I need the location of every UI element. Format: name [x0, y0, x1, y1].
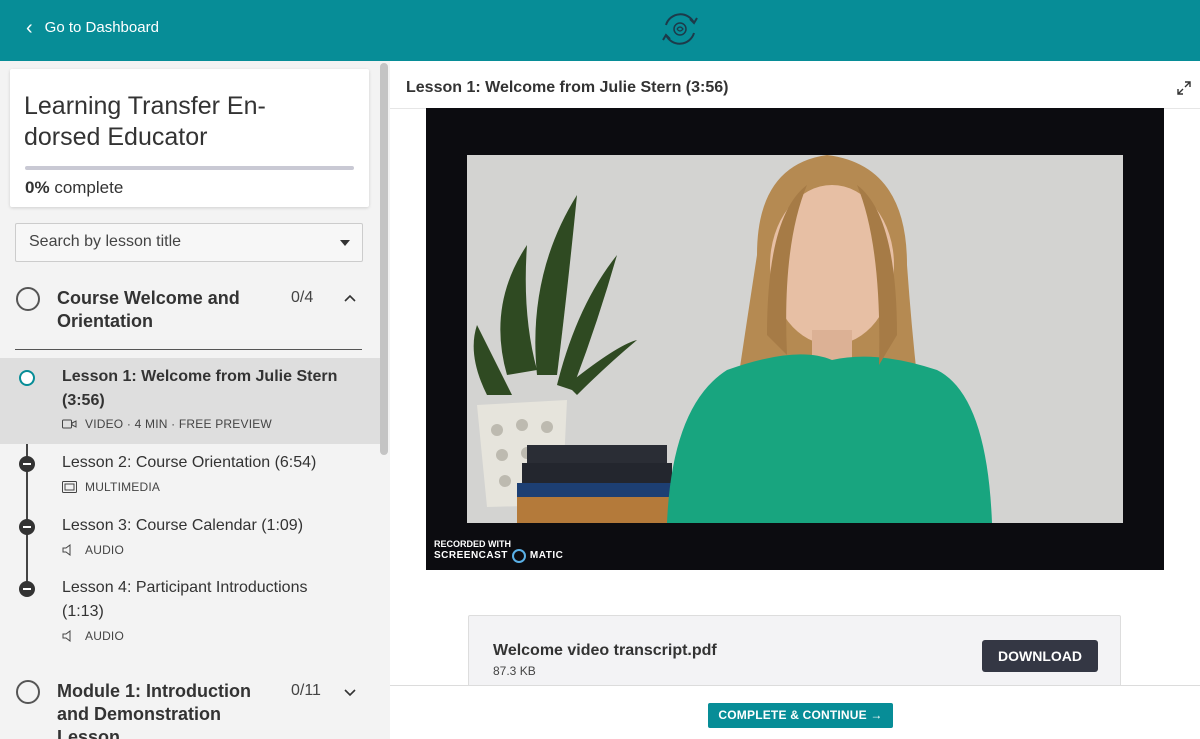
top-bar: ‹ Go to Dashboard	[0, 0, 1200, 61]
attachment-name: Welcome video transcript.pdf	[493, 642, 717, 659]
module-title: Course Welcome and Orientation	[57, 288, 240, 331]
chevron-up-icon[interactable]	[342, 290, 358, 306]
module-count: 0/4	[291, 289, 314, 306]
complete-and-continue-button[interactable]: COMPLETE & CONTINUE →	[708, 703, 893, 728]
lesson-meta: VIDEO · 4 MIN · FREE PREVIEW	[62, 417, 272, 431]
speaker-icon	[62, 630, 71, 642]
lesson-status-locked-icon	[19, 581, 35, 597]
screencast-watermark: RECORDED WITH SCREENCAST MATIC	[434, 539, 563, 563]
lesson-item-1[interactable]: Lesson 1: Welcome from Julie Stern (3:56…	[0, 358, 380, 444]
course-title: Learning Transfer En-dorsed Educator	[24, 92, 266, 151]
video-player[interactable]: RECORDED WITH SCREENCAST MATIC	[426, 108, 1164, 570]
back-label: Go to Dashboard	[44, 19, 159, 36]
module-course-welcome[interactable]: Course Welcome and Orientation 0/4	[0, 283, 380, 349]
watermark-top-text: RECORDED WITH	[434, 539, 511, 549]
watermark-left-text: SCREENCAST	[434, 550, 508, 561]
watermark-right-text: MATIC	[529, 550, 564, 561]
lesson-meta: MULTIMEDIA	[62, 480, 160, 494]
module-status-circle-icon	[16, 680, 40, 704]
lesson-meta: AUDIO	[62, 543, 124, 557]
download-button[interactable]: DOWNLOAD	[982, 640, 1098, 672]
lesson-search-select[interactable]: Search by lesson title	[15, 223, 363, 262]
lesson-item-4[interactable]: Lesson 4: Participant Introductions (1:1…	[0, 576, 380, 654]
attachment-size: 87.3 KB	[493, 664, 536, 678]
lesson-title: Lesson 4: Participant Introductions (1:1…	[62, 579, 308, 620]
module-title: Module 1: Introduction and Demonstration…	[57, 681, 251, 739]
expand-icon[interactable]	[1176, 80, 1192, 96]
lesson-meta: AUDIO	[62, 629, 124, 643]
lesson-meta-text: MULTIMEDIA	[85, 480, 161, 494]
lesson-item-3[interactable]: Lesson 3: Course Calendar (1:09) AUDIO	[0, 514, 380, 568]
lesson-status-locked-icon	[19, 456, 35, 472]
lesson-meta-text: AUDIO	[85, 629, 125, 643]
school-logo-icon[interactable]	[657, 6, 703, 52]
chevron-left-icon: ‹	[26, 16, 33, 39]
search-placeholder: Search by lesson title	[29, 233, 182, 250]
course-progress-card: Learning Transfer En-dorsed Educator 0% …	[10, 69, 369, 207]
lesson-meta-text: VIDEO · 4 MIN · FREE PREVIEW	[85, 417, 272, 431]
lesson-title: Lesson 1: Welcome from Julie Stern (3:56…	[62, 368, 338, 409]
video-frame-image	[467, 155, 1123, 523]
lesson-heading: Lesson 1: Welcome from Julie Stern (3:56…	[406, 79, 729, 96]
progress-bar	[25, 166, 354, 170]
screencast-logo-icon	[511, 549, 526, 563]
speaker-icon	[62, 544, 71, 556]
progress-percent: 0%	[25, 178, 50, 197]
lesson-content: Lesson 1: Welcome from Julie Stern (3:56…	[390, 61, 1200, 739]
lesson-status-open-icon	[19, 370, 35, 386]
lesson-footer: COMPLETE & CONTINUE →	[390, 685, 1200, 739]
lesson-item-2[interactable]: Lesson 2: Course Orientation (6:54) MULT…	[0, 451, 380, 505]
sidebar-scrollbar[interactable]	[380, 63, 388, 455]
module-status-circle-icon	[16, 287, 40, 311]
module-1-introduction[interactable]: Module 1: Introduction and Demonstration…	[0, 678, 380, 739]
caret-down-icon	[340, 240, 350, 246]
course-sidebar: Learning Transfer En-dorsed Educator 0% …	[0, 61, 390, 739]
video-camera-icon	[62, 419, 77, 429]
go-to-dashboard-link[interactable]: ‹ Go to Dashboard	[26, 16, 159, 39]
lesson-title: Lesson 3: Course Calendar (1:09)	[62, 517, 304, 534]
progress-text: 0% complete	[25, 178, 123, 198]
module-divider	[15, 349, 362, 350]
lesson-title: Lesson 2: Course Orientation (6:54)	[62, 454, 317, 471]
lesson-header: Lesson 1: Welcome from Julie Stern (3:56…	[390, 69, 1200, 109]
lesson-meta-text: AUDIO	[85, 543, 125, 557]
progress-suffix: complete	[54, 178, 124, 197]
module-count: 0/11	[291, 682, 321, 699]
lesson-status-locked-icon	[19, 519, 35, 535]
chevron-down-icon[interactable]	[342, 684, 358, 700]
multimedia-icon	[62, 481, 77, 493]
watermark-brand: SCREENCAST MATIC	[434, 549, 563, 563]
